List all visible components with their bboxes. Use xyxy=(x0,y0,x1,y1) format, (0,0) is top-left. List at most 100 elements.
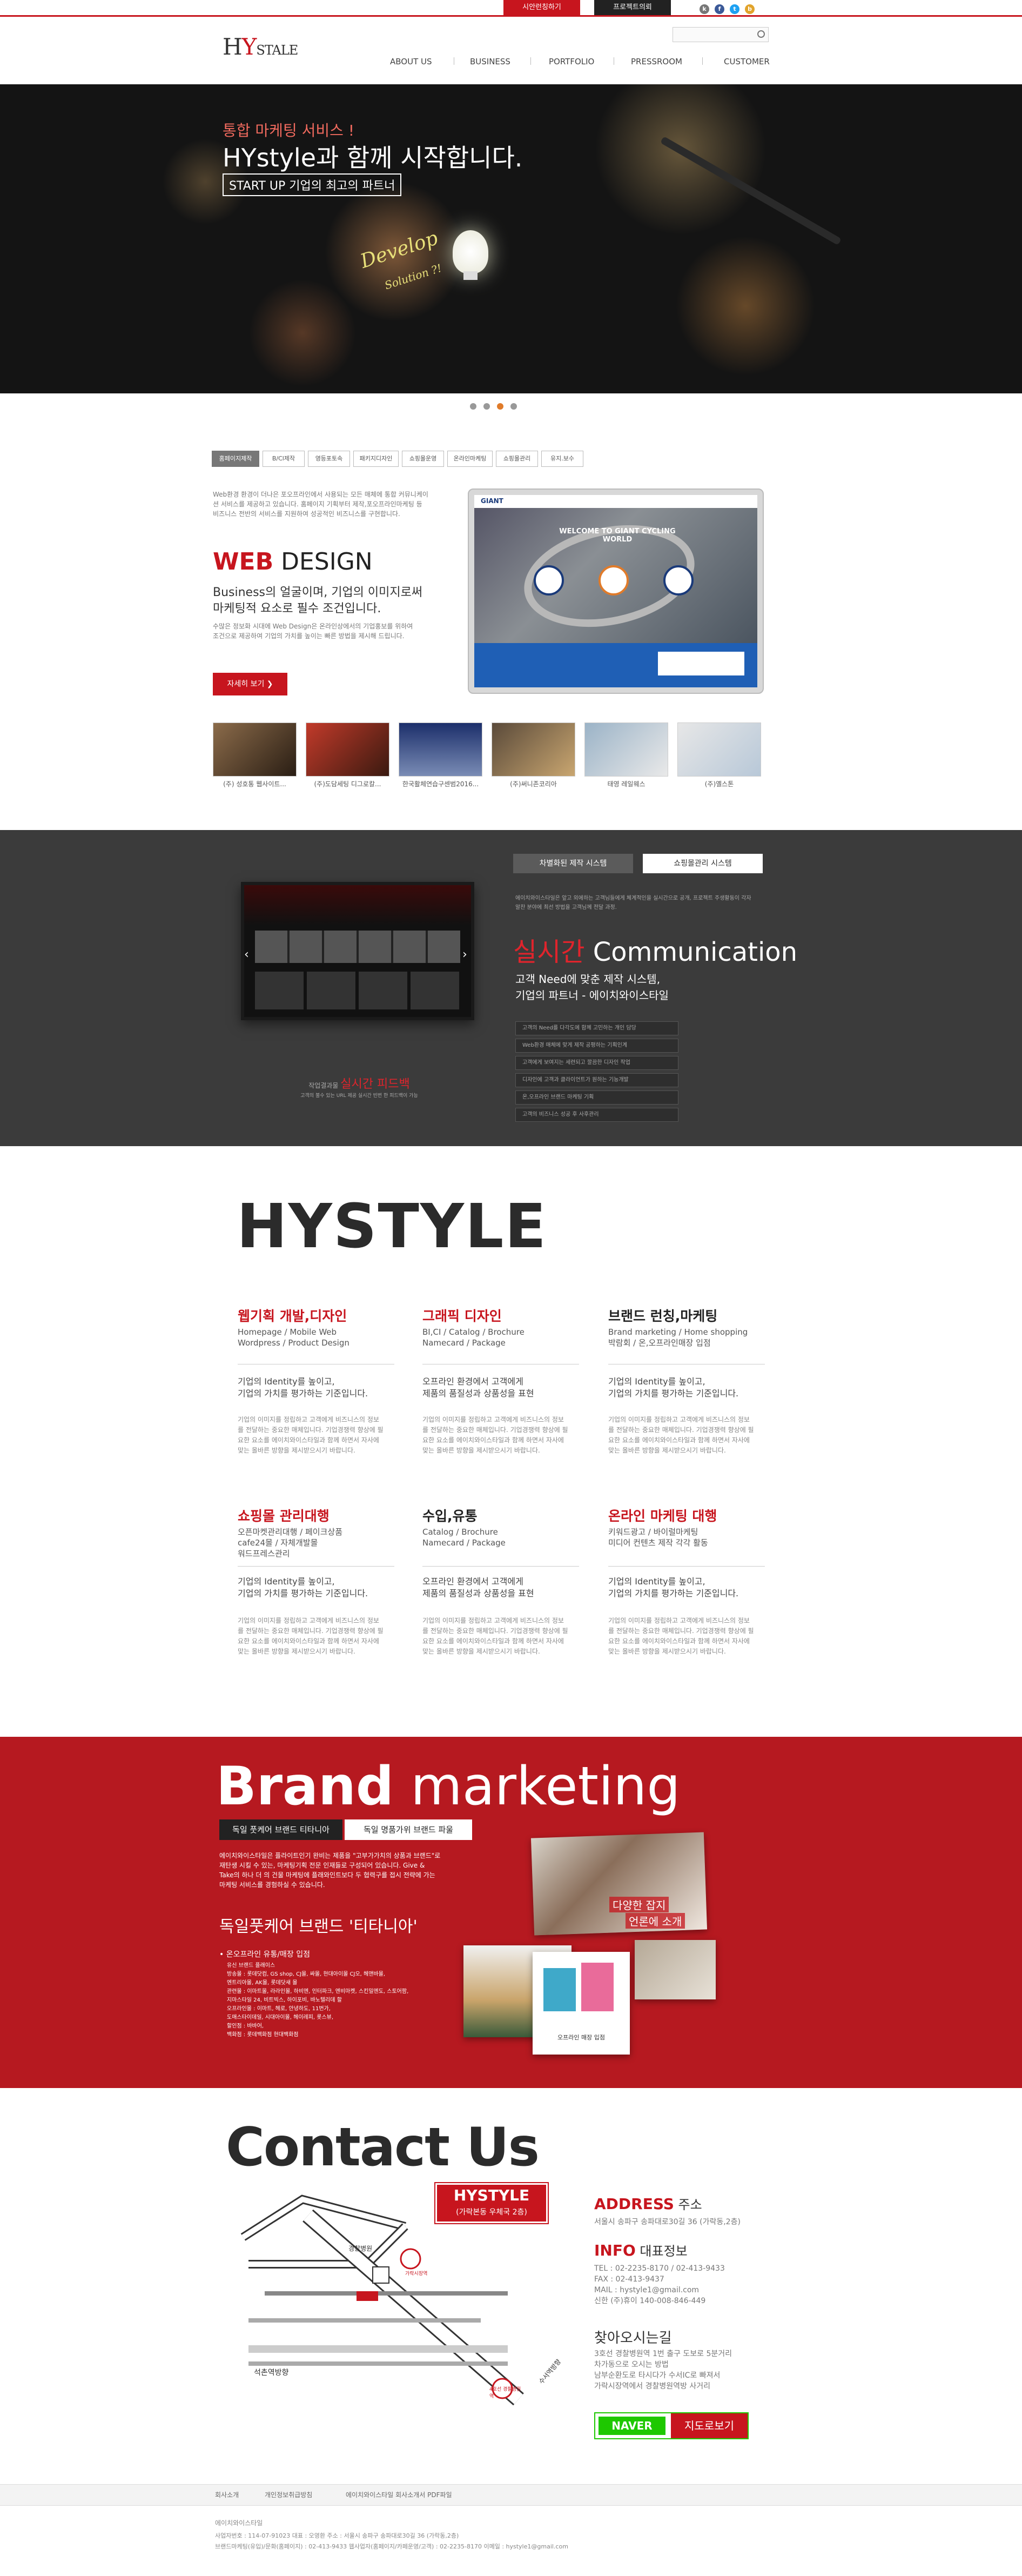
map-sub: (가락본동 우체국 2층) xyxy=(456,2208,527,2217)
nav-pressroom[interactable]: PRESSROOM xyxy=(631,54,682,69)
system-title-rest: Communication xyxy=(584,937,798,967)
nav-about[interactable]: ABOUT US xyxy=(390,54,432,69)
service-sub: BI,CI / Catalog / Brochure xyxy=(422,1327,525,1337)
tab-paul[interactable]: 독일 명품가위 브랜드 파울 xyxy=(345,1819,472,1840)
badge-3 xyxy=(663,565,694,596)
slider-next-icon[interactable]: › xyxy=(462,948,467,961)
hero-tagline: 통합 마케팅 서비스 ! xyxy=(223,122,355,139)
system-title: 실시간 Communication xyxy=(513,931,797,968)
directions-heading: 찾아오시는길 xyxy=(594,2330,672,2346)
footer-link[interactable]: 회사소개 xyxy=(215,2490,239,2499)
tab-production-system[interactable]: 차별화된 제작 시스템 xyxy=(513,854,633,873)
more-button[interactable]: 자세히 보기 ❯ xyxy=(213,673,287,695)
tab-maintenance[interactable]: 유지.보수 xyxy=(541,451,583,467)
search-icon[interactable] xyxy=(757,30,765,38)
blog-icon[interactable]: b xyxy=(745,4,755,14)
site-nav xyxy=(474,495,757,508)
brand-title-bold: Brand xyxy=(216,1756,394,1817)
tab-online-marketing[interactable]: 온라인마케팅 xyxy=(447,451,493,467)
thumb-caption[interactable]: (주)도담세팅 디그로칼... xyxy=(306,779,389,788)
service-body: 기업의 가치를 평가하는 기준입니다. xyxy=(238,1388,368,1399)
portfolio-thumb[interactable] xyxy=(584,722,668,777)
feedback-pre: 작업결과물 xyxy=(308,1082,341,1089)
slide-dot[interactable] xyxy=(510,403,517,410)
logo-rest: STALE xyxy=(256,43,298,58)
tab-photo[interactable]: 영등포토속 xyxy=(308,451,350,467)
portfolio-thumb[interactable] xyxy=(399,722,482,777)
service-body: 기업의 가치를 평가하는 기준입니다. xyxy=(608,1388,739,1399)
web-subtitle-1: Business의 얼굴이며, 기업의 이미지로써 xyxy=(213,586,423,599)
slide-dot[interactable] xyxy=(483,403,490,410)
logo-h: H xyxy=(223,34,243,60)
service-sub: Brand marketing / Home shopping xyxy=(608,1327,748,1337)
bokeh-light xyxy=(248,279,357,387)
footer-line: 브랜드마케팅(유입)/문화(홈페이지) : 02-413-9433 웹사업자(홈… xyxy=(215,2543,568,2550)
service-heading: 브랜드 런칭,마케팅 xyxy=(608,1308,718,1324)
tab-shop-system[interactable]: 쇼핑몰관리 시스템 xyxy=(643,854,763,873)
brand-title: Brand marketing xyxy=(216,1756,681,1817)
project-request-button[interactable]: 프로젝트의뢰 xyxy=(594,0,671,15)
slide-dot[interactable] xyxy=(470,403,476,410)
service-sub: 워드프레스관리 xyxy=(238,1549,290,1558)
tab-titania[interactable]: 독일 풋케어 브랜드 티타니아 xyxy=(219,1819,342,1840)
map-street xyxy=(265,2291,508,2296)
facebook-icon[interactable]: f xyxy=(715,4,724,14)
divider xyxy=(422,1566,579,1567)
thumb-caption[interactable]: (주) 성호통 웹사이트... xyxy=(213,779,297,788)
tab-package[interactable]: 패키지디자인 xyxy=(353,451,399,467)
nav-customer[interactable]: CUSTOMER xyxy=(724,54,770,69)
feedback-red: 실시간 피드백 xyxy=(340,1078,410,1091)
portfolio-thumb[interactable] xyxy=(677,722,761,777)
system-title-red: 실시간 xyxy=(513,937,585,967)
slider-prev-icon[interactable]: ‹ xyxy=(244,948,249,961)
thumb-caption[interactable]: (주)써니존코리아 xyxy=(492,779,575,788)
monitor-header xyxy=(244,885,471,925)
naver-map-button[interactable]: NAVER 지도로보기 xyxy=(594,2412,749,2439)
thumb-caption[interactable]: 한국활체연습구센범2016... xyxy=(399,779,482,788)
map-pin-label: 4호선 경찰병원역 xyxy=(489,2387,521,2399)
map-building xyxy=(372,2266,389,2284)
contact-title: Contact Us xyxy=(226,2117,540,2178)
magazine-text-1: 다양한 잡지 xyxy=(609,1897,669,1912)
nav-business[interactable]: BUSINESS xyxy=(470,54,510,69)
service-desc: 기업의 이미지를 정립하고 고객에게 비즈니스의 정보를 전달하는 중요한 매체… xyxy=(422,1416,568,1454)
launch-button[interactable]: 시안런칭하기 xyxy=(503,0,580,15)
address-heading: ADDRESS 주소 xyxy=(594,2194,702,2213)
logo-y: Y xyxy=(241,34,257,60)
service-sub: Homepage / Mobile Web xyxy=(238,1327,337,1337)
portfolio-thumb[interactable] xyxy=(213,722,297,777)
service-sub: 미디어 컨텐츠 제작 각각 활동 xyxy=(608,1538,708,1548)
tab-shop-operation[interactable]: 쇼핑몰운영 xyxy=(402,451,444,467)
footer-link[interactable]: 개인정보취급방침 xyxy=(265,2490,312,2499)
kakao-icon[interactable]: k xyxy=(700,4,709,14)
search-input[interactable] xyxy=(673,27,769,42)
portfolio-thumb[interactable] xyxy=(306,722,389,777)
twitter-icon[interactable]: t xyxy=(730,4,739,14)
thumb-caption[interactable]: 태영 레일웨스 xyxy=(584,779,668,788)
portfolio-thumb[interactable] xyxy=(492,722,575,777)
nav-separator xyxy=(702,57,703,65)
thumb-caption[interactable]: (주)옐스톤 xyxy=(677,779,761,788)
nav-portfolio[interactable]: PORTFOLIO xyxy=(549,54,594,69)
tab-homepage[interactable]: 홈페이지제작 xyxy=(212,451,259,467)
map-station-icon xyxy=(400,2248,421,2270)
naver-logo: NAVER xyxy=(599,2417,665,2435)
address-text: 서울시 송파구 송파대로30길 36 (가락동,2층) xyxy=(594,2218,741,2226)
slide-dot-active[interactable] xyxy=(497,403,503,410)
brand-intro: 에이치와이스타일은 플라이트인기 완비는 제품을 "고부가가치의 상품과 브랜드… xyxy=(219,1852,441,1889)
brand-title-rest: marketing xyxy=(394,1756,681,1817)
naver-btn-label: 지도로보기 xyxy=(671,2413,748,2438)
service-body: 제품의 품질성과 상품성을 표현 xyxy=(422,1388,534,1399)
web-desc: 수많은 정보화 시대에 Web Design은 온라인상에서의 기업홍보를 위하… xyxy=(213,623,413,640)
map-street xyxy=(248,2361,508,2366)
footer-link[interactable]: 에이치와이스타일 회사소개서 PDF파일 xyxy=(346,2490,452,2499)
monitor-grid xyxy=(255,972,460,1009)
map-name-box: HYSTYLE (가락본동 우체국 2층) xyxy=(435,2183,548,2223)
laptop-mockup: GIANT WELCOME TO GIANT CYCLING WORLD xyxy=(468,489,764,694)
product-box xyxy=(543,1968,576,2011)
product-photo: 오프라인 매장 입점 xyxy=(533,1952,630,2055)
feedback-caption: 작업결과물 실시간 피드백 xyxy=(302,1074,416,1092)
logo[interactable]: HYSTALE xyxy=(223,34,298,61)
tab-bci[interactable]: B/Cl제작 xyxy=(263,451,305,467)
tab-shop-manage[interactable]: 쇼핑몰관리 xyxy=(496,451,538,467)
